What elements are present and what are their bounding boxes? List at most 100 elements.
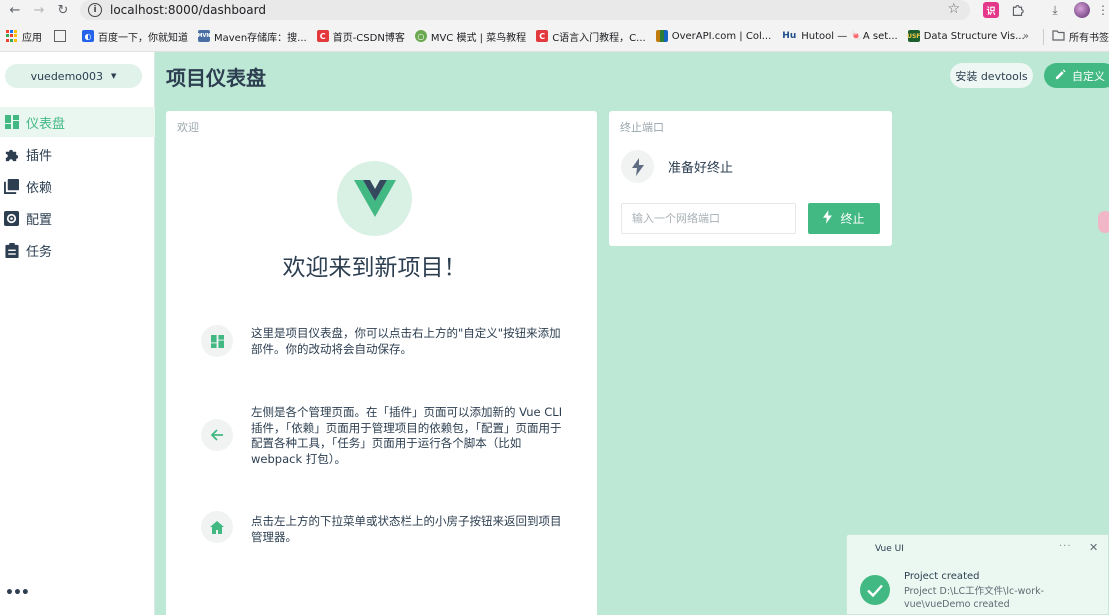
extension-icon[interactable]: 识 [983, 2, 999, 18]
kill-status: 准备好终止 [621, 150, 733, 183]
divider [1043, 28, 1044, 45]
notification-title: Project created [904, 571, 980, 582]
customize-button[interactable]: 自定义 [1044, 63, 1109, 88]
project-name: vuedemo003 [30, 69, 104, 83]
browser-toolbar: ← → ↻ i localhost:8000/dashboard ☆ 识 ⤓ ⋮ [0, 0, 1109, 21]
sidebar: vuedemo003 ▼ 仪表盘 插件 依赖 配置 任务 ••• [0, 52, 155, 615]
more-options-icon[interactable]: ••• [5, 585, 30, 601]
bookmark-runoob[interactable]: ○ MVC 模式 | 菜鸟教程 [414, 29, 527, 44]
port-input[interactable] [621, 203, 796, 234]
lightning-icon [823, 210, 833, 227]
bookmark-label: Hutool — 🍬A set... [801, 30, 898, 42]
library-icon [4, 178, 19, 194]
all-bookmarks-link[interactable]: 所有书签 [1069, 29, 1109, 44]
reload-icon[interactable]: ↻ [54, 2, 72, 20]
main-area: 项目仪表盘 安装 devtools 自定义 欢迎 欢迎来到新项目！ 这里是项目仪… [155, 52, 1109, 615]
bookmark-hutool[interactable]: Hu Hutool — 🍬A set... [781, 30, 897, 42]
chevron-right-icon[interactable]: » [1023, 31, 1029, 42]
dashboard-icon [201, 325, 233, 357]
bookmark-apps[interactable]: 应用 [6, 29, 42, 44]
notification-toast: Vue UI ··· ✕ Project created Project D:\… [846, 534, 1109, 615]
bookmark-label: C语言入门教程，C... [552, 32, 646, 44]
bookmark-label: 应用 [22, 32, 42, 44]
tip-text: 左侧是各个管理页面。在「插件」页面可以添加新的 Vue CLI 插件，「依赖」页… [251, 405, 563, 466]
kill-port-widget: 终止端口 准备好终止 终止 [609, 111, 892, 246]
bookmark-label: Data Structure Vis... [923, 30, 1025, 42]
page-title: 项目仪表盘 [166, 66, 266, 90]
bookmark-star-icon[interactable]: ☆ [947, 1, 960, 17]
home-icon [201, 511, 233, 543]
bookmark-usf[interactable]: USF Data Structure Vis... [907, 30, 1025, 42]
project-selector[interactable]: vuedemo003 ▼ [5, 64, 142, 88]
pencil-icon [1055, 68, 1066, 83]
bookmarks-overflow: » 所有书签 [1023, 21, 1109, 52]
puzzle-icon [4, 147, 19, 162]
kill-status-label: 准备好终止 [668, 161, 734, 176]
profile-avatar[interactable] [1074, 2, 1090, 18]
vue-logo [337, 161, 412, 236]
tip-text: 这里是项目仪表盘，你可以点击右上方的"自定义"按钮来添加部件。你的改动将会自动保… [251, 326, 561, 356]
bookmark-label: OverAPI.com | Col... [671, 30, 772, 42]
arrow-left-icon [201, 419, 233, 451]
kill-button-label: 终止 [840, 212, 865, 226]
bookmark-label: Maven存储库：搜... [214, 32, 307, 44]
sidebar-item-config[interactable]: 配置 [0, 203, 155, 233]
sidebar-item-label: 任务 [26, 244, 53, 260]
bookmark-c-tutorial[interactable]: C C语言入门教程，C... [536, 29, 646, 44]
lightning-icon [621, 150, 654, 183]
address-url[interactable]: localhost:8000/dashboard [110, 3, 266, 17]
widget-title: 欢迎 [177, 121, 199, 134]
caret-down-icon: ▼ [111, 72, 117, 80]
csdn-icon: C [316, 30, 329, 42]
tab-groups-icon[interactable] [54, 30, 66, 42]
more-icon[interactable]: ··· [1059, 541, 1072, 552]
check-circle-icon [860, 575, 890, 605]
sidebar-item-label: 仪表盘 [26, 116, 66, 132]
notification-source: Vue UI [875, 544, 904, 554]
site-info-icon[interactable]: i [88, 3, 102, 17]
c-icon: C [536, 30, 549, 42]
dashboard-icon [4, 115, 19, 130]
bookmark-label: 首页-CSDN博客 [332, 32, 405, 44]
install-devtools-button[interactable]: 安装 devtools [950, 63, 1033, 88]
bookmark-overapi[interactable]: OverAPI.com | Col... [655, 30, 772, 42]
close-icon[interactable]: ✕ [1089, 541, 1098, 554]
tip-text: 点击左上方的下拉菜单或状态栏上的小房子按钮来返回到项目管理器。 [251, 514, 562, 544]
settings-icon [4, 210, 19, 226]
bookmark-baidu[interactable]: ◐ 百度一下，你就知道 [82, 29, 188, 44]
sidebar-item-label: 依赖 [26, 180, 53, 196]
welcome-heading: 欢迎来到新项目！ [282, 255, 467, 281]
back-arrow-icon[interactable]: ← [6, 2, 24, 20]
download-icon[interactable]: ⤓ [1047, 2, 1063, 18]
hutool-icon: Hu [782, 31, 797, 41]
clipboard-icon [4, 242, 19, 258]
bookmark-maven[interactable]: MVN Maven存储库：搜... [197, 29, 307, 44]
folder-icon [1052, 29, 1065, 44]
bookmarks-bar: 应用 ◐ 百度一下，你就知道 MVN Maven存储库：搜... C 首页-CS… [0, 21, 1109, 52]
customize-label: 自定义 [1072, 69, 1105, 83]
runoob-icon: ○ [414, 30, 427, 42]
sidebar-item-tasks[interactable]: 任务 [0, 235, 155, 265]
kill-button[interactable]: 终止 [808, 203, 880, 234]
overapi-icon [655, 30, 668, 42]
sidebar-item-plugins[interactable]: 插件 [0, 139, 155, 169]
menu-kebab-icon[interactable]: ⋮ [1095, 2, 1109, 18]
vue-logo-icon [353, 179, 396, 217]
bookmark-label: MVC 模式 | 菜鸟教程 [430, 32, 527, 44]
extensions-puzzle-icon[interactable] [1009, 2, 1025, 18]
address-bar[interactable]: i localhost:8000/dashboard ☆ [80, 0, 970, 20]
baidu-icon: ◐ [82, 30, 94, 42]
sidebar-item-dashboard[interactable]: 仪表盘 [0, 107, 155, 137]
floating-badge[interactable] [1098, 211, 1109, 233]
widget-title: 终止端口 [620, 121, 664, 134]
bookmark-csdn[interactable]: C 首页-CSDN博客 [316, 29, 405, 44]
forward-arrow-icon[interactable]: → [30, 2, 48, 20]
sidebar-item-dependencies[interactable]: 依赖 [0, 171, 155, 201]
sidebar-item-label: 插件 [26, 148, 53, 164]
usf-icon: USF [907, 30, 920, 42]
apps-grid-icon [6, 30, 18, 42]
bookmark-label: 百度一下，你就知道 [98, 32, 188, 44]
mvn-icon: MVN [197, 30, 211, 42]
notification-body: Project D:\LC工作文件\lc-work-vue\vueDemo cr… [904, 586, 1045, 610]
install-devtools-label: 安装 devtools [955, 69, 1028, 83]
